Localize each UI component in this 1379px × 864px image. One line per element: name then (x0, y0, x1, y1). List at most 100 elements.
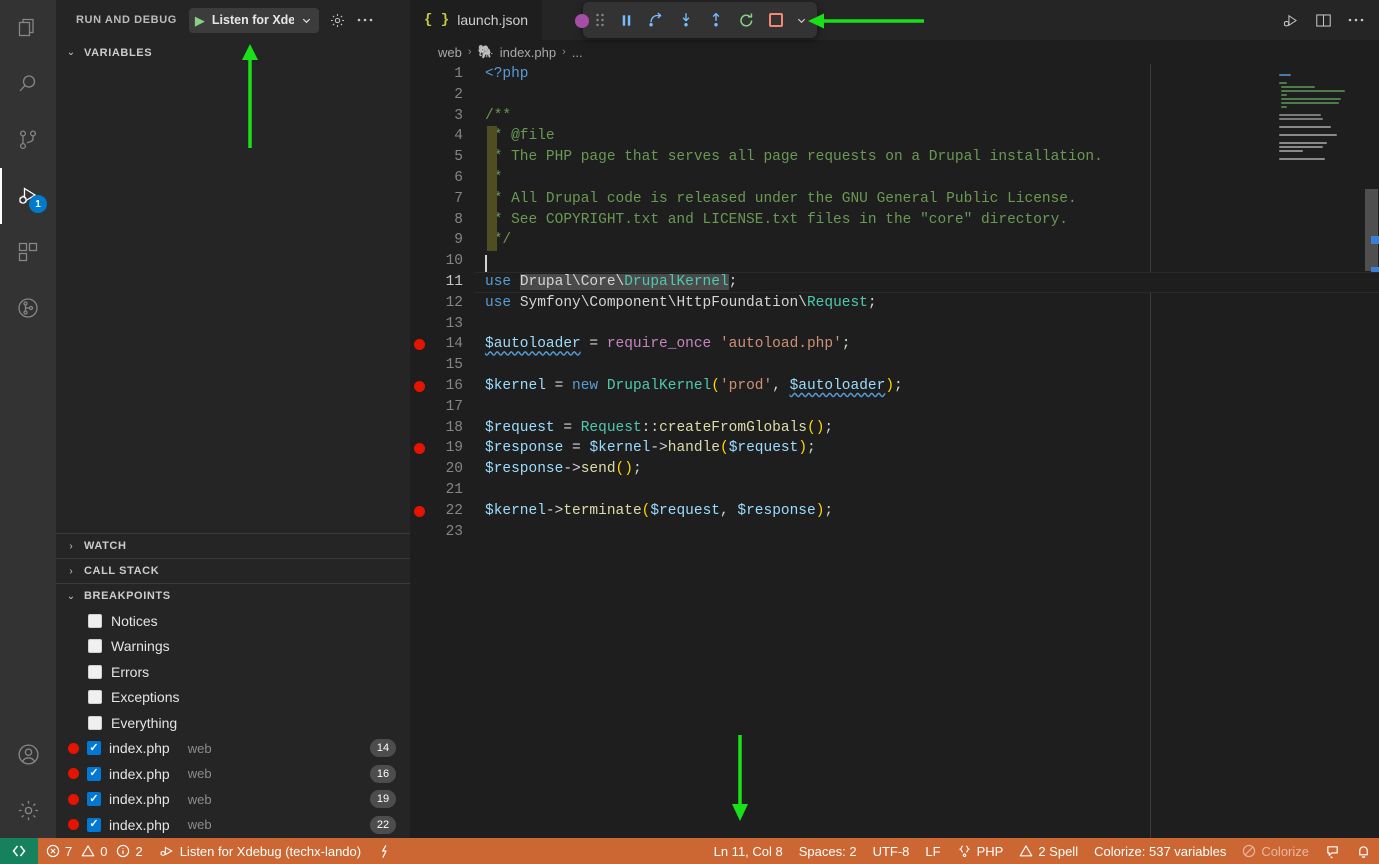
code-line[interactable]: 12 use Symfony\Component\HttpFoundation\… (410, 293, 1379, 314)
editor-tab-launch-json[interactable]: { } launch.json (410, 0, 543, 40)
run-debug-icon[interactable] (1281, 11, 1300, 30)
activity-bar-item-source-control[interactable] (0, 112, 56, 168)
breadcrumb-item-folder[interactable]: web (438, 45, 462, 60)
code-line[interactable]: 1 <?php (410, 64, 1379, 85)
play-icon[interactable]: ▶ (195, 14, 205, 27)
breakpoint-filter-exceptions[interactable]: Exceptions (56, 685, 410, 711)
activity-bar-item-manage[interactable] (0, 782, 56, 838)
more-actions-ellipsis-icon[interactable] (1347, 11, 1365, 29)
code-line-current[interactable]: 11 use Drupal\Core\DrupalKernel; (410, 271, 1379, 293)
status-bar-problems[interactable]: 7 0 2 (38, 838, 151, 864)
debug-toolbar[interactable] (575, 2, 817, 38)
status-bar-indentation[interactable]: Spaces: 2 (791, 838, 865, 864)
open-launch-json-gear-icon[interactable] (329, 12, 346, 29)
breakpoint-list-item[interactable]: index.php web 16 (56, 761, 410, 787)
status-bar-colorize-toggle[interactable]: Colorize (1234, 838, 1317, 864)
debug-step-into-button[interactable] (671, 5, 701, 35)
status-bar-colorize-count[interactable]: Colorize: 537 variables (1086, 838, 1234, 864)
activity-bar-item-git-graph[interactable] (0, 280, 56, 336)
breakpoint-file: index.php (109, 765, 170, 782)
activity-bar-item-accounts[interactable] (0, 726, 56, 782)
chevron-down-icon[interactable] (301, 15, 312, 26)
breakpoint-filter-errors[interactable]: Errors (56, 659, 410, 685)
status-bar-feedback[interactable] (1317, 838, 1348, 864)
sidebar-more-actions-ellipsis-icon[interactable] (356, 11, 374, 29)
status-bar-xdebug-toggle[interactable] (369, 838, 400, 864)
line-number: 20 (445, 461, 463, 478)
breakpoint-file: index.php (109, 816, 170, 833)
breakpoint-filter-warnings[interactable]: Warnings (56, 634, 410, 660)
debug-pause-button[interactable] (611, 5, 641, 35)
status-bar-language-mode[interactable]: PHP (949, 838, 1012, 864)
code-line[interactable]: 22 $kernel->terminate($request, $respons… (410, 501, 1379, 522)
checkbox[interactable] (87, 741, 101, 756)
breakpoint-dot-icon[interactable] (414, 505, 425, 517)
breakpoint-list-item[interactable]: index.php web 19 (56, 787, 410, 813)
code-line[interactable]: 9 */ (410, 230, 1379, 252)
breadcrumb-item-file[interactable]: index.php (500, 45, 556, 60)
debug-restart-button[interactable] (731, 5, 761, 35)
breakpoint-dot-icon (68, 768, 79, 780)
code-line[interactable]: 16 $kernel = new DrupalKernel('prod', $a… (410, 376, 1379, 397)
sidebar-section-watch[interactable]: › WATCH (56, 533, 410, 558)
checkbox[interactable] (88, 690, 102, 705)
code-line[interactable]: 3 /** (410, 106, 1379, 127)
breakpoint-dot-icon[interactable] (414, 380, 425, 392)
checkbox[interactable] (88, 715, 102, 730)
activity-bar-item-run-and-debug[interactable]: 1 (0, 168, 56, 224)
code-line[interactable]: 23 (410, 522, 1379, 543)
code-line[interactable]: 10 (410, 251, 1379, 273)
debug-configuration-dropdown[interactable]: ▶ Listen for Xdeb (188, 7, 319, 33)
checkbox[interactable] (87, 817, 101, 832)
code-line[interactable]: 2 (410, 85, 1379, 106)
code-line[interactable]: 4 * @file (410, 126, 1379, 148)
status-bar-cursor-position[interactable]: Ln 11, Col 8 (706, 838, 791, 864)
code-line[interactable]: 5 * The PHP page that serves all page re… (410, 147, 1379, 168)
code-line[interactable]: 13 (410, 314, 1379, 335)
status-bar-notifications[interactable] (1348, 838, 1379, 864)
code-line[interactable]: 14 $autoloader = require_once 'autoload.… (410, 334, 1379, 355)
breakpoint-filter-everything[interactable]: Everything (56, 710, 410, 736)
breakpoint-dot-icon[interactable] (414, 339, 425, 351)
code-line[interactable]: 6 * (410, 167, 1379, 189)
checkbox[interactable] (88, 664, 102, 679)
code-line[interactable]: 8 * See COPYRIGHT.txt and LICENSE.txt fi… (410, 209, 1379, 231)
activity-bar-item-search[interactable] (0, 56, 56, 112)
sidebar-section-variables[interactable]: ⌄ VARIABLES (56, 40, 410, 65)
activity-bar-item-explorer[interactable] (0, 0, 56, 56)
code-line[interactable]: 19 $response = $kernel->handle($request)… (410, 438, 1379, 459)
sidebar-section-breakpoints[interactable]: ⌄ BREAKPOINTS (56, 583, 410, 608)
breakpoint-filter-notices[interactable]: Notices (56, 608, 410, 634)
checkbox[interactable] (87, 766, 101, 781)
split-editor-icon[interactable] (1314, 11, 1333, 30)
status-bar-eol[interactable]: LF (917, 838, 948, 864)
code-text: $request = Request::createFromGlobals(); (485, 419, 834, 436)
activity-bar-item-extensions[interactable] (0, 224, 56, 280)
debug-step-over-button[interactable] (641, 5, 671, 35)
status-bar-remote-indicator[interactable] (0, 838, 38, 864)
debug-stop-button[interactable] (761, 5, 791, 35)
breakpoint-list-item[interactable]: index.php web 22 (56, 812, 410, 838)
checkbox[interactable] (87, 792, 101, 807)
sidebar-section-call-stack[interactable]: › CALL STACK (56, 558, 410, 583)
code-line[interactable]: 21 (410, 480, 1379, 501)
status-bar-debug-session[interactable]: Listen for Xdebug (techx-lando) (151, 838, 369, 864)
breakpoint-dot-icon[interactable] (414, 443, 425, 455)
code-line[interactable]: 18 $request = Request::createFromGlobals… (410, 418, 1379, 439)
code-editor[interactable]: 1 <?php 2 3 /** 4 * @file 5 * The PHP pa… (410, 64, 1379, 838)
status-bar-spell-check[interactable]: 2 Spell (1011, 838, 1086, 864)
language-mode-label: PHP (976, 843, 1004, 859)
breadcrumb-item-symbol[interactable]: ... (572, 45, 583, 60)
breakpoint-list-item[interactable]: index.php web 14 (56, 736, 410, 762)
debug-toolbar-drag-handle[interactable] (589, 5, 611, 35)
code-line[interactable]: 7 * All Drupal code is released under th… (410, 188, 1379, 210)
checkbox[interactable] (88, 639, 102, 654)
code-line[interactable]: 15 (410, 355, 1379, 376)
checkbox[interactable] (88, 613, 102, 628)
code-text: $autoloader = require_once 'autoload.php… (485, 336, 851, 353)
code-line[interactable]: 20 $response->send(); (410, 459, 1379, 480)
status-bar-encoding[interactable]: UTF-8 (865, 838, 918, 864)
code-line[interactable]: 17 (410, 397, 1379, 418)
debug-step-out-button[interactable] (701, 5, 731, 35)
